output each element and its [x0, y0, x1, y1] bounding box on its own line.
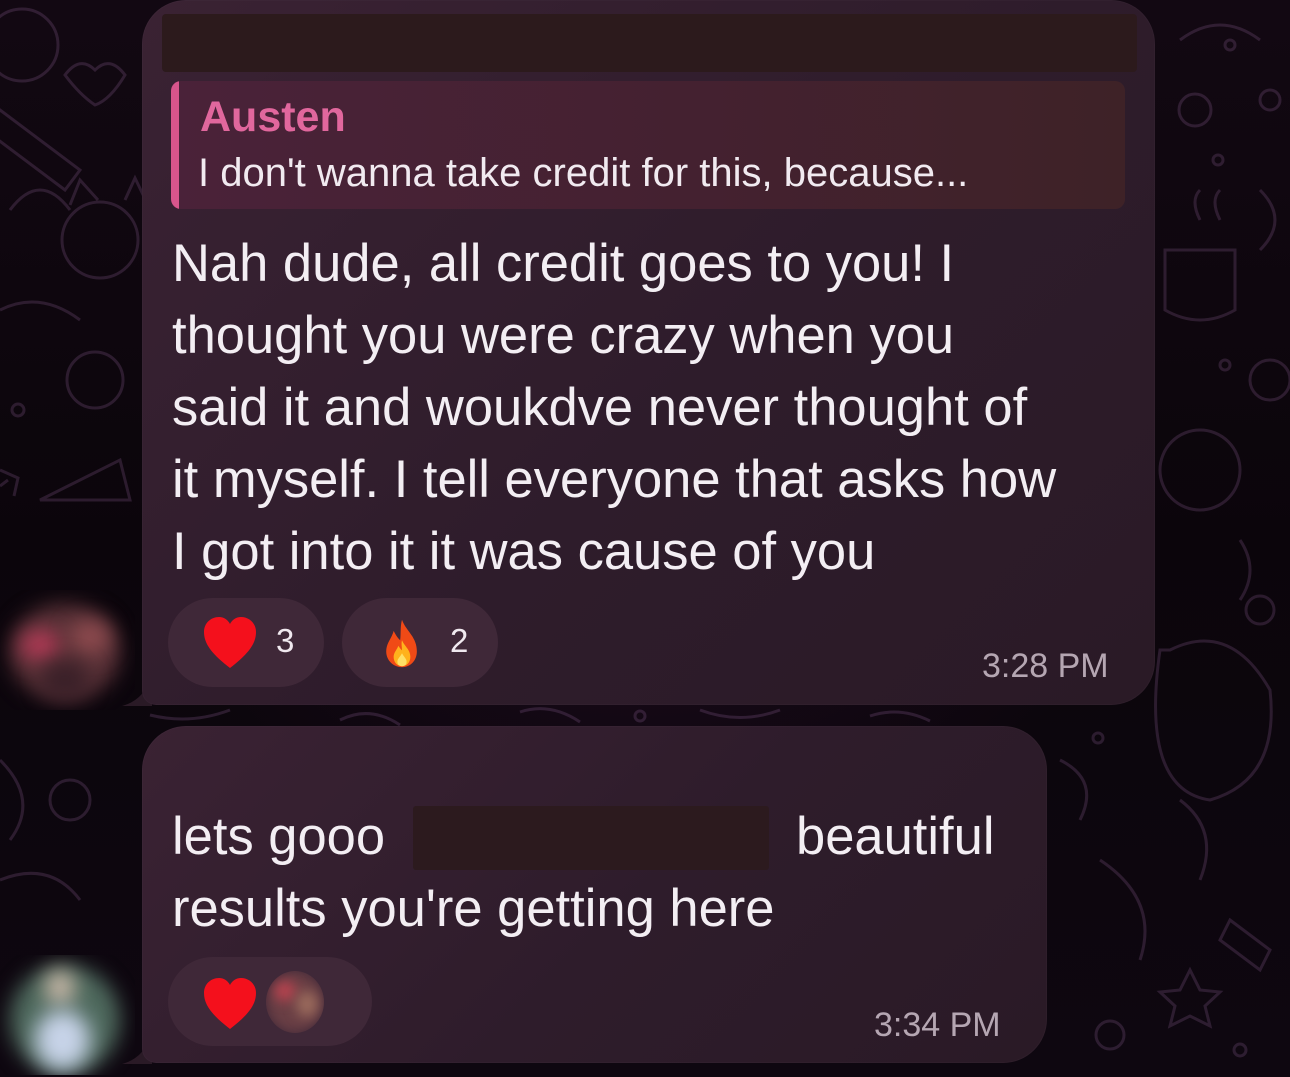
message-text-end: beautiful	[796, 807, 995, 866]
reaction-count: 2	[450, 622, 469, 659]
reply-accent-bar	[171, 81, 179, 209]
reactor-avatar	[266, 971, 324, 1033]
reply-snippet: I don't wanna take credit for this, beca…	[198, 151, 969, 195]
sender-avatar[interactable]	[0, 590, 135, 710]
redacted-content	[413, 806, 769, 870]
message-text-line2: results you're getting here	[172, 879, 775, 938]
message-timestamp: 3:28 PM	[982, 647, 1109, 685]
message-timestamp: 3:34 PM	[874, 1006, 1001, 1044]
reaction-count: 3	[276, 622, 295, 659]
message-text-start: lets gooo	[172, 807, 386, 866]
fire-icon	[386, 619, 417, 668]
reaction-heart[interactable]: 3	[168, 598, 324, 687]
reaction-heart[interactable]	[168, 957, 372, 1046]
reaction-fire[interactable]: 2	[342, 598, 498, 687]
message-text: Nah dude, all credit goes to you! I thou…	[172, 234, 1057, 581]
reply-author: Austen	[200, 93, 346, 141]
heart-icon	[204, 978, 256, 1029]
sender-avatar[interactable]	[0, 955, 135, 1075]
redacted-content	[162, 14, 1137, 72]
reply-preview[interactable]: Austen I don't wanna take credit for thi…	[171, 81, 1125, 209]
heart-icon	[204, 617, 256, 668]
